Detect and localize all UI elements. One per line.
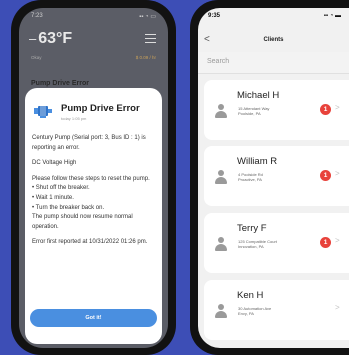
- dialog-paragraph-code: DC Voltage High: [32, 160, 77, 167]
- temperature-value: 63°F: [38, 30, 73, 47]
- alert-count-badge: 1: [320, 237, 331, 248]
- client-address-line2: Proactive, PA: [238, 177, 262, 182]
- dialog-resume-text: The pump should now resume normal operat…: [32, 214, 133, 230]
- client-name: William R: [237, 156, 278, 167]
- signal-wifi-battery-icon: ▪︎▪︎ ◔ ▬: [323, 13, 341, 19]
- client-name: Ken H: [237, 290, 264, 301]
- person-icon: [215, 170, 227, 184]
- dialog-step: • Shut off the breaker.: [32, 185, 90, 192]
- person-icon: [215, 104, 227, 118]
- chevron-right-icon: >: [335, 169, 340, 178]
- dialog-step: • Wait 1 minute.: [32, 194, 74, 201]
- dialog-paragraph-instructions: Please follow these steps to reset the p…: [32, 175, 150, 182]
- client-card[interactable]: Michael H 15 Attendant Way Poolside, PA …: [204, 80, 349, 140]
- status-bar: 7:23 ▪︎▪︎ ◔ ▭: [19, 13, 168, 23]
- dialog-reported-time: Error first reported at 10/31/2022 01:26…: [32, 239, 148, 246]
- client-card[interactable]: Terry F 125 Compatible Court Innovation,…: [204, 213, 349, 273]
- alert-count-badge: 1: [320, 104, 331, 115]
- client-card[interactable]: William R 4 Poolside Rd Proactive, PA 1 …: [204, 146, 349, 206]
- person-icon: [215, 237, 227, 251]
- page-title: Clients: [263, 37, 284, 43]
- signal-wifi-battery-icon: ▪︎▪︎ ◔ ▭: [139, 14, 156, 20]
- pump-icon: [34, 106, 52, 118]
- left-phone-screen: 7:23 ▪︎▪︎ ◔ ▭ –63°F Okay $ 0.09 / hr Pum…: [19, 8, 168, 348]
- chevron-right-icon: >: [335, 236, 340, 245]
- search-input[interactable]: Search: [198, 52, 349, 74]
- dialog-time: today 1:05 pm: [61, 116, 87, 121]
- temp-dash: –: [29, 31, 37, 46]
- status-bar: 9:35 ▪︎▪︎ ◔ ▬: [198, 13, 349, 23]
- right-phone: 9:35 ▪︎▪︎ ◔ ▬ < Clients Search Michael H…: [190, 0, 349, 355]
- chevron-right-icon: >: [335, 103, 340, 112]
- person-icon: [215, 304, 227, 318]
- chevron-right-icon: >: [335, 303, 340, 312]
- status-time: 7:23: [31, 13, 43, 19]
- dialog-step: • Turn the breaker back on.: [32, 204, 105, 211]
- client-address-line2: Poolside, PA: [238, 111, 261, 116]
- error-dialog: Pump Drive Error today 1:05 pm Century P…: [25, 88, 162, 344]
- status-time: 9:35: [208, 13, 221, 19]
- right-phone-screen: 9:35 ▪︎▪︎ ◔ ▬ < Clients Search Michael H…: [198, 8, 349, 348]
- cost-rate: $ 0.09 / hr: [135, 55, 156, 60]
- hamburger-menu-icon[interactable]: [145, 34, 156, 43]
- client-card[interactable]: Ken H 30 Automation Ave Envy, PA >: [204, 280, 349, 340]
- client-name: Michael H: [237, 90, 280, 101]
- got-it-button[interactable]: Got it!: [30, 309, 157, 327]
- temperature: –63°F: [29, 30, 72, 48]
- alert-count-badge: 1: [320, 170, 331, 181]
- client-name: Terry F: [237, 223, 267, 234]
- client-address-line2: Innovation, PA: [238, 244, 264, 249]
- dialog-title: Pump Drive Error: [61, 103, 140, 114]
- left-phone: 7:23 ▪︎▪︎ ◔ ▭ –63°F Okay $ 0.09 / hr Pum…: [11, 0, 176, 355]
- dialog-paragraph-error: Century Pump (Serial port: 3, Bus ID : 1…: [32, 135, 146, 151]
- dialog-body: Century Pump (Serial port: 3, Bus ID : 1…: [32, 134, 156, 254]
- background-alert-title: Pump Drive Error: [31, 80, 89, 87]
- client-address-line2: Envy, PA: [238, 311, 254, 316]
- weather-status: Okay: [31, 55, 42, 60]
